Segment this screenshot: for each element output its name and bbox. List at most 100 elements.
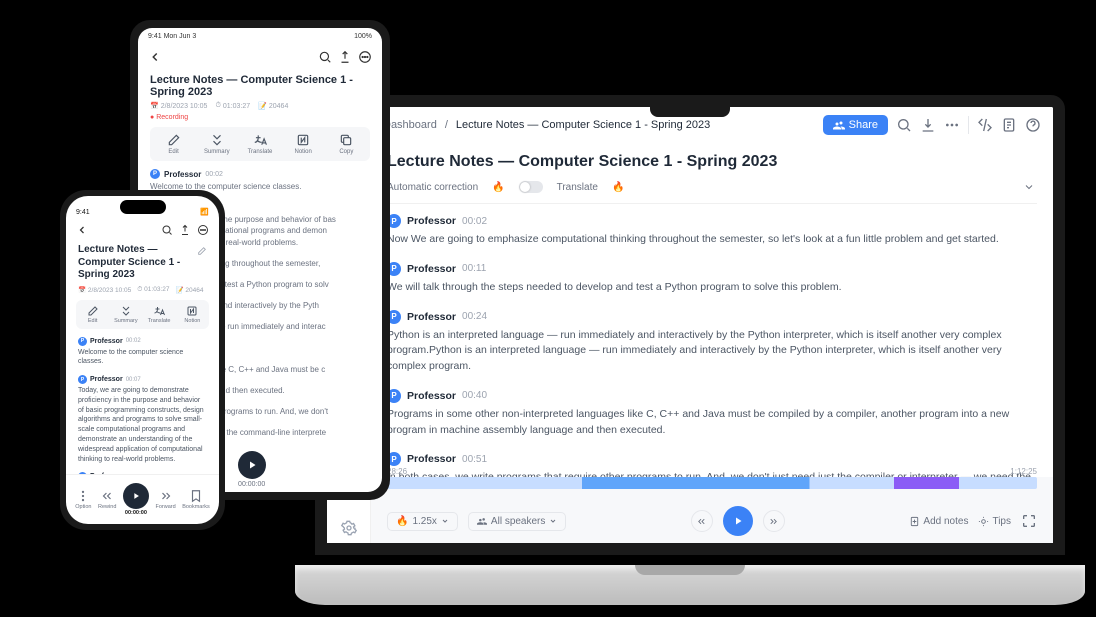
transcript-segment[interactable]: P Professor 00:24 Python is an interpret…: [387, 310, 1037, 375]
phone-share-icon[interactable]: [179, 224, 191, 236]
phone-forward-button[interactable]: Forward: [155, 489, 175, 510]
phone-bookmarks-button[interactable]: Bookmarks: [182, 489, 210, 510]
transcript-segment[interactable]: P Professor 00:07 Today, we are going to…: [78, 375, 207, 464]
auto-correct-toggle[interactable]: [519, 181, 543, 193]
topbar-search-icon[interactable]: [896, 117, 912, 133]
phone-option-button[interactable]: Option: [75, 489, 91, 510]
tablet-search-icon[interactable]: [318, 50, 332, 64]
tips-label: Tips: [992, 516, 1011, 527]
play-button[interactable]: [723, 506, 753, 536]
back-button[interactable]: [148, 50, 162, 64]
wave-end-time: 1:12:25: [1010, 467, 1037, 476]
phone-more-icon[interactable]: [197, 224, 209, 236]
tips-button[interactable]: Tips: [978, 516, 1011, 527]
segment-text: Programs in some other non-interpreted l…: [387, 407, 1037, 439]
segment-time: 00:02: [126, 338, 141, 344]
segment-time: 00:40: [462, 390, 487, 401]
topbar-more-icon[interactable]: [944, 117, 960, 133]
transcript-segment[interactable]: P Professor 00:02 Now We are going to em…: [387, 214, 1037, 248]
transcript-segment[interactable]: P Professor 00:02 Welcome to the compute…: [150, 169, 370, 192]
phone-play-button[interactable]: [123, 483, 149, 509]
segment-text: In both cases, we write programs that re…: [387, 470, 1037, 477]
fullscreen-icon[interactable]: [1021, 513, 1037, 529]
phone-rewind-button[interactable]: Rewind: [98, 489, 116, 510]
segment-time: 00:02: [205, 171, 223, 178]
speed-selector[interactable]: 🔥 1.25x: [387, 512, 458, 531]
auto-correct-label: Automatic correction: [387, 182, 478, 193]
segment-text: Today, we are going to demonstrate profi…: [78, 386, 207, 464]
tablet-translate-button[interactable]: Translate: [242, 133, 278, 155]
flame-icon: 🔥: [612, 182, 624, 193]
phone-meta: 📅 2/8/2023 10:05 ⏱ 01:03:27 📝 20464: [66, 284, 219, 300]
topbar-tools-icon[interactable]: [977, 117, 993, 133]
phone-playback-time: 00:00:00: [125, 510, 147, 516]
phone-play-area: 00:00:00: [123, 483, 149, 516]
phone-edit-icon[interactable]: [197, 246, 207, 256]
tablet-title: Lecture Notes — Computer Science 1 - Spr…: [138, 70, 382, 100]
laptop-device: Dashboard / Lecture Notes — Computer Sci…: [295, 95, 1085, 605]
speed-label: 1.25x: [412, 516, 436, 527]
tablet-playback-time: 00:00:00: [238, 481, 265, 488]
skip-fwd-button[interactable]: [763, 510, 785, 532]
phone-status-time: 9:41: [76, 209, 90, 216]
chevron-down-icon[interactable]: [1021, 179, 1037, 195]
segment-text: Python is an interpreted language — run …: [387, 328, 1037, 375]
tablet-summary-button[interactable]: Summary: [199, 133, 235, 155]
phone-back-button[interactable]: [76, 224, 88, 236]
share-label: Share: [849, 119, 878, 131]
transcript-segment[interactable]: P Professor 00:02 Welcome to the compute…: [78, 337, 207, 368]
phone-notch: [120, 200, 166, 214]
tablet-play-button[interactable]: [238, 451, 266, 479]
segment-time: 00:07: [126, 377, 141, 383]
speaker-filter-label: All speakers: [491, 516, 545, 527]
transcript-segment[interactable]: P Professor 00:51 In both cases, we writ…: [387, 452, 1037, 477]
segment-time: 00:24: [462, 311, 487, 322]
share-button[interactable]: Share: [823, 115, 888, 135]
breadcrumb-root[interactable]: Dashboard: [383, 119, 437, 131]
topbar-help-icon[interactable]: [1025, 117, 1041, 133]
speaker-name: Professor: [407, 390, 456, 402]
segment-text: We will talk through the steps needed to…: [387, 280, 1037, 296]
phone-edit-button[interactable]: Edit: [78, 305, 108, 324]
phone-search-icon[interactable]: [161, 224, 173, 236]
transcript-segment[interactable]: P Professor 00:40 Programs in some other…: [387, 389, 1037, 439]
speaker-name: Professor: [407, 311, 456, 323]
speaker-name: Professor: [164, 170, 201, 179]
tablet-copy-button[interactable]: Copy: [328, 133, 364, 155]
speaker-name: Professor: [407, 215, 456, 227]
speaker-badge: P: [78, 375, 87, 384]
segment-text: Welcome to the computer science classes.: [78, 348, 207, 368]
topbar-notes-icon[interactable]: [1001, 117, 1017, 133]
segment-time: 00:11: [462, 263, 486, 274]
speaker-name: Professor: [90, 338, 123, 345]
segment-text: Now We are going to emphasize computatio…: [387, 232, 1037, 248]
page-title: Lecture Notes — Computer Science 1 - Spr…: [387, 153, 1037, 171]
tablet-recording-status: ● Recording: [138, 112, 382, 127]
translate-label: Translate: [557, 182, 598, 193]
tablet-status-battery: 100%: [354, 33, 372, 40]
tablet-more-icon[interactable]: [358, 50, 372, 64]
phone-notion-button[interactable]: Notion: [177, 305, 207, 324]
segment-time: 00:02: [462, 216, 487, 227]
phone-summary-button[interactable]: Summary: [111, 305, 141, 324]
sidebar-settings-icon[interactable]: [334, 513, 364, 543]
topbar-download-icon[interactable]: [920, 117, 936, 133]
skip-back-button[interactable]: [691, 510, 713, 532]
speaker-name: Professor: [407, 263, 456, 275]
phone-translate-button[interactable]: Translate: [144, 305, 174, 324]
tablet-notion-button[interactable]: Notion: [285, 133, 321, 155]
transcript-segment[interactable]: P Professor 00:11 We will talk through t…: [387, 262, 1037, 296]
tablet-play-area: 00:00:00: [238, 451, 266, 488]
speaker-filter[interactable]: All speakers: [468, 512, 566, 531]
breadcrumb-current: Lecture Notes — Computer Science 1 - Spr…: [456, 119, 710, 131]
tablet-status-time: 9:41 Mon Jun 3: [148, 33, 196, 40]
tablet-edit-button[interactable]: Edit: [156, 133, 192, 155]
tablet-share-icon[interactable]: [338, 50, 352, 64]
waveform[interactable]: 28:26 1:12:25: [371, 477, 1053, 499]
speaker-badge: P: [78, 337, 87, 346]
segment-time: 00:51: [462, 454, 487, 465]
tablet-status-bar: 9:41 Mon Jun 3 100%: [138, 28, 382, 44]
add-notes-label: Add notes: [923, 516, 968, 527]
add-notes-button[interactable]: Add notes: [909, 516, 968, 527]
breadcrumb-sep: /: [445, 119, 448, 131]
